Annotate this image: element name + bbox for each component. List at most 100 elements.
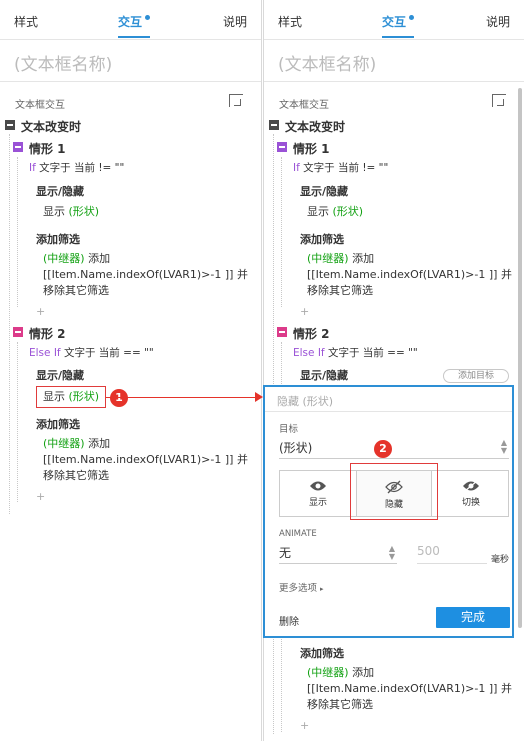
tab-bar: 样式 交互 说明 bbox=[0, 0, 261, 40]
interaction-panel-left: 样式 交互 说明 (文本框名称) 文本框交互 文本改变时 情形 1 If 文字于… bbox=[0, 0, 262, 741]
case2-condition[interactable]: Else If 文字于 当前 == "" bbox=[293, 345, 418, 360]
collapse-case2-icon[interactable] bbox=[277, 327, 287, 337]
case2-action2-target: (中继器) bbox=[307, 666, 349, 679]
case1-add-action-button[interactable]: + bbox=[300, 305, 309, 318]
case1-action2-detail[interactable]: (中继器) 添加 [[Item.Name.indexOf(LVAR1)>-1 ]… bbox=[43, 251, 248, 299]
expand-icon[interactable] bbox=[229, 94, 243, 107]
case2-condition-text: 文字于 当前 == "" bbox=[63, 347, 154, 359]
case2-action2-line3: 移除其它筛选 bbox=[43, 469, 109, 482]
divider bbox=[265, 411, 512, 412]
case1-action2-line2: [[Item.Name.indexOf(LVAR1)>-1 ]] 并 bbox=[307, 268, 512, 281]
case2-add-action-button[interactable]: + bbox=[300, 719, 309, 732]
show-option-label: 显示 bbox=[308, 498, 327, 508]
tab-interaction[interactable]: 交互 bbox=[118, 13, 150, 30]
event-label[interactable]: 文本改变时 bbox=[285, 118, 345, 135]
done-button[interactable]: 完成 bbox=[436, 607, 510, 628]
tab-explain[interactable]: 说明 bbox=[223, 13, 247, 30]
more-options-link[interactable]: 更多选项 ▸ bbox=[279, 580, 324, 594]
tree-line bbox=[9, 134, 10, 514]
case1-condition-keyword: If bbox=[29, 162, 36, 174]
case2-condition-text: 文字于 当前 == "" bbox=[327, 347, 418, 359]
case2-condition-keyword: Else If bbox=[293, 347, 325, 359]
case1-add-action-button[interactable]: + bbox=[36, 305, 45, 318]
duration-input[interactable]: 500 bbox=[417, 544, 487, 564]
show-option[interactable]: 显示 bbox=[280, 471, 356, 516]
chevron-updown-icon: ▲ ▼ bbox=[388, 544, 395, 561]
target-select[interactable]: (形状) ▲ ▼ bbox=[279, 439, 509, 459]
eye-icon bbox=[310, 481, 326, 491]
active-tab-indicator bbox=[382, 36, 414, 38]
case1-action2-verb: 添加 bbox=[352, 252, 375, 265]
collapse-event-icon[interactable] bbox=[5, 120, 15, 130]
case2-action2-detail[interactable]: (中继器) 添加 [[Item.Name.indexOf(LVAR1)>-1 ]… bbox=[307, 665, 512, 713]
case2-action2-line2: [[Item.Name.indexOf(LVAR1)>-1 ]] 并 bbox=[307, 682, 512, 695]
duration-unit: 毫秒 bbox=[491, 555, 510, 565]
case1-action1-verb: 显示 bbox=[307, 205, 329, 218]
case1-label[interactable]: 情形 1 bbox=[293, 140, 330, 157]
case1-action2-title[interactable]: 添加筛选 bbox=[36, 231, 80, 247]
widget-name-input[interactable]: (文本框名称) bbox=[0, 40, 261, 82]
case1-action2-verb: 添加 bbox=[88, 252, 111, 265]
case1-label[interactable]: 情形 1 bbox=[29, 140, 66, 157]
tab-explain[interactable]: 说明 bbox=[486, 13, 510, 30]
case2-action2-title[interactable]: 添加筛选 bbox=[36, 416, 80, 432]
case1-condition[interactable]: If 文字于 当前 != "" bbox=[293, 160, 388, 175]
tab-interaction[interactable]: 交互 bbox=[382, 13, 414, 30]
toggle-option[interactable]: 切换 bbox=[433, 471, 509, 516]
case1-action1-target: (形状) bbox=[68, 205, 100, 218]
collapse-case1-icon[interactable] bbox=[277, 142, 287, 152]
case2-action2-verb: 添加 bbox=[352, 666, 375, 679]
case2-action2-line2: [[Item.Name.indexOf(LVAR1)>-1 ]] 并 bbox=[43, 453, 248, 466]
case1-action2-detail[interactable]: (中继器) 添加 [[Item.Name.indexOf(LVAR1)>-1 ]… bbox=[307, 251, 512, 299]
case1-condition-keyword: If bbox=[293, 162, 300, 174]
tree-line bbox=[17, 342, 18, 502]
add-target-button[interactable]: 添加目标 bbox=[443, 369, 509, 383]
widget-name-input[interactable]: (文本框名称) bbox=[264, 40, 524, 82]
case2-condition[interactable]: Else If 文字于 当前 == "" bbox=[29, 345, 154, 360]
case1-action2-title[interactable]: 添加筛选 bbox=[300, 231, 344, 247]
callout-badge-1: 1 bbox=[110, 389, 128, 407]
section-header: 文本框交互 bbox=[279, 100, 329, 111]
tab-style[interactable]: 样式 bbox=[278, 13, 302, 30]
case2-label[interactable]: 情形 2 bbox=[29, 325, 66, 342]
case2-add-action-button[interactable]: + bbox=[36, 490, 45, 503]
tree-line bbox=[281, 157, 282, 307]
collapse-case1-icon[interactable] bbox=[13, 142, 23, 152]
tab-bar: 样式 交互 说明 bbox=[264, 0, 524, 40]
arrow-head-icon bbox=[255, 392, 263, 402]
animate-label: ANIMATE bbox=[279, 529, 317, 539]
delete-button[interactable]: 删除 bbox=[279, 613, 299, 628]
tab-style[interactable]: 样式 bbox=[14, 13, 38, 30]
highlight-frame bbox=[350, 463, 438, 520]
scrollbar[interactable] bbox=[518, 88, 522, 628]
case1-condition[interactable]: If 文字于 当前 != "" bbox=[29, 160, 124, 175]
case1-action2-line3: 移除其它筛选 bbox=[307, 284, 373, 297]
case1-action2-target: (中继器) bbox=[307, 252, 349, 265]
case2-action2-title[interactable]: 添加筛选 bbox=[300, 645, 344, 661]
animate-select[interactable]: 无 ▲ ▼ bbox=[279, 544, 397, 564]
callout-badge-2: 2 bbox=[374, 440, 392, 458]
case2-action2-verb: 添加 bbox=[88, 437, 111, 450]
case1-action1-title[interactable]: 显示/隐藏 bbox=[36, 183, 84, 199]
case1-action1-detail[interactable]: 显示 (形状) bbox=[43, 204, 99, 220]
case2-action1-detail[interactable]: 显示 (形状) bbox=[43, 389, 99, 405]
active-tab-indicator bbox=[118, 36, 150, 38]
case1-action1-verb: 显示 bbox=[43, 205, 65, 218]
section-header: 文本框交互 bbox=[15, 100, 65, 111]
case1-action1-detail[interactable]: 显示 (形状) bbox=[307, 204, 363, 220]
case1-action2-target: (中继器) bbox=[43, 252, 85, 265]
case2-action1-title[interactable]: 显示/隐藏 bbox=[300, 367, 348, 383]
case2-action2-detail[interactable]: (中继器) 添加 [[Item.Name.indexOf(LVAR1)>-1 ]… bbox=[43, 436, 248, 484]
collapse-case2-icon[interactable] bbox=[13, 327, 23, 337]
event-label[interactable]: 文本改变时 bbox=[21, 118, 81, 135]
case1-action2-line2: [[Item.Name.indexOf(LVAR1)>-1 ]] 并 bbox=[43, 268, 248, 281]
expand-icon[interactable] bbox=[492, 94, 506, 107]
case2-label[interactable]: 情形 2 bbox=[293, 325, 330, 342]
target-label: 目标 bbox=[279, 424, 299, 435]
case2-action1-target: (形状) bbox=[68, 390, 100, 403]
case1-action2-line3: 移除其它筛选 bbox=[43, 284, 109, 297]
case1-action1-title[interactable]: 显示/隐藏 bbox=[300, 183, 348, 199]
collapse-event-icon[interactable] bbox=[269, 120, 279, 130]
case2-action1-title[interactable]: 显示/隐藏 bbox=[36, 367, 84, 383]
more-options-label: 更多选项 bbox=[279, 583, 318, 594]
